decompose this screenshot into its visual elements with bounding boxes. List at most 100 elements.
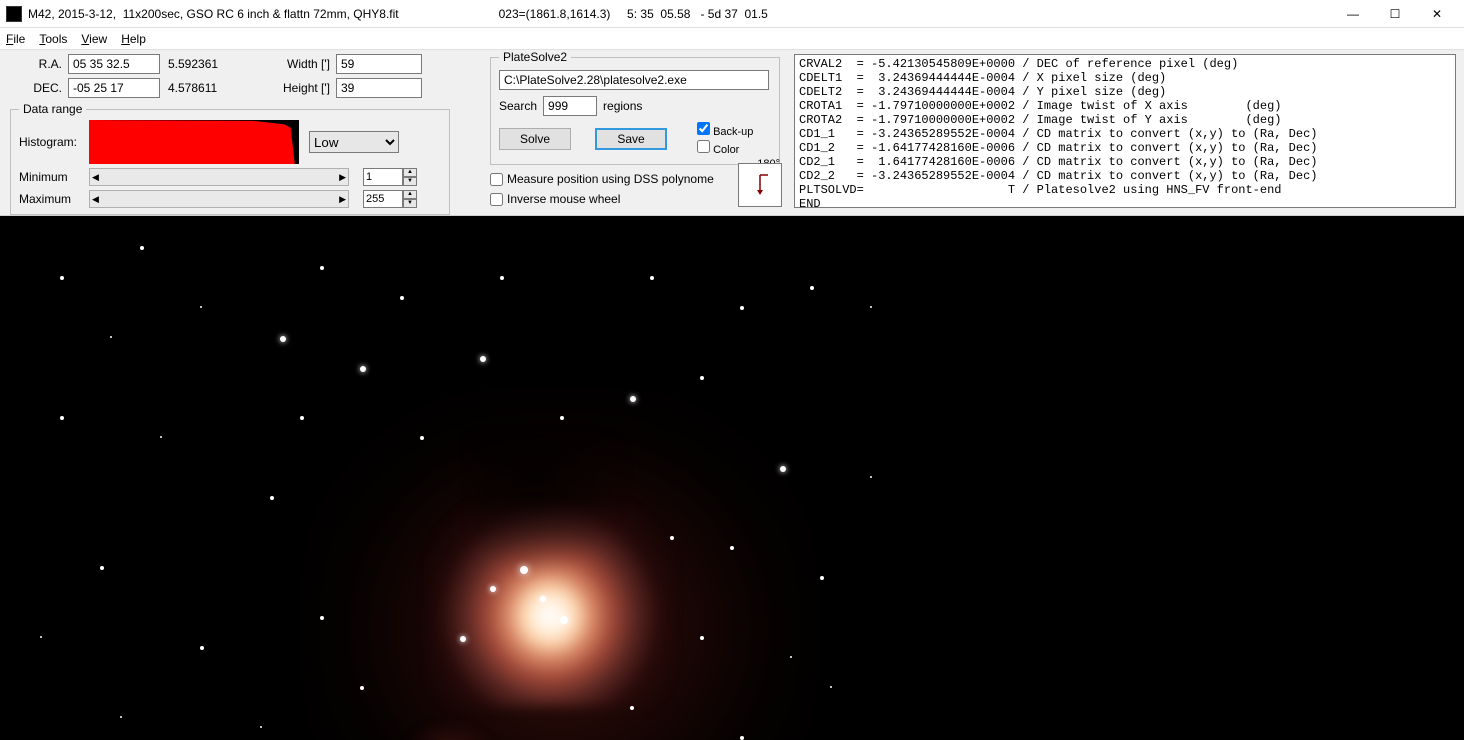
star: [200, 306, 202, 308]
inverse-wheel-checkbox[interactable]: [490, 193, 503, 206]
minimum-label: Minimum: [19, 170, 89, 184]
star: [40, 636, 42, 638]
orientation-indicator: [738, 163, 782, 207]
minimum-slider[interactable]: ◀▶: [89, 168, 349, 186]
dec-calc: 4.578611: [168, 81, 217, 95]
star: [870, 306, 872, 308]
menu-tools[interactable]: Tools: [39, 32, 67, 46]
star: [740, 736, 744, 740]
star: [560, 616, 568, 624]
star: [810, 286, 814, 290]
datarange-legend: Data range: [19, 102, 86, 116]
window-title: M42, 2015-3-12, 11x200sec, GSO RC 6 inch…: [28, 7, 399, 21]
star: [670, 536, 674, 540]
nebula-dark-lane: [470, 436, 630, 576]
star: [560, 416, 564, 420]
minimum-value[interactable]: [363, 168, 403, 186]
star: [700, 636, 704, 640]
search-regions-input[interactable]: [543, 96, 597, 116]
height-label: Height [']: [278, 81, 336, 95]
star: [780, 466, 786, 472]
menu-view[interactable]: View: [81, 32, 107, 46]
ra-calc: 5.592361: [168, 57, 218, 71]
backup-checkbox[interactable]: Back-up: [697, 122, 753, 138]
image-display[interactable]: [0, 216, 1464, 740]
star: [160, 436, 162, 438]
star: [630, 396, 636, 402]
fits-header-text[interactable]: CRVAL2 = -5.42130545809E+0000 / DEC of r…: [794, 54, 1456, 208]
minimize-button[interactable]: —: [1332, 2, 1374, 26]
star: [480, 356, 486, 362]
inverse-wheel-label: Inverse mouse wheel: [507, 192, 620, 206]
star: [830, 686, 832, 688]
maximum-value[interactable]: [363, 190, 403, 208]
controls-panel: R.A. 5.592361 DEC. 4.578611 Data range H…: [0, 50, 1464, 216]
width-label: Width [']: [278, 57, 336, 71]
ra-label: R.A.: [10, 57, 68, 71]
dec-label: DEC.: [10, 81, 68, 95]
star: [360, 366, 366, 372]
panel-mid: Width ['] Height ['] PlateSolve2 Search …: [460, 50, 790, 215]
window-status: 023=(1861.8,1614.3) 5: 35 05.58 - 5d 37 …: [499, 7, 768, 21]
platesolve-legend: PlateSolve2: [499, 50, 571, 64]
star: [540, 596, 546, 602]
star: [870, 476, 872, 478]
maximum-label: Maximum: [19, 192, 89, 206]
color-checkbox[interactable]: Color: [697, 140, 753, 156]
app-icon: [6, 6, 22, 22]
solve-button[interactable]: Solve: [499, 128, 571, 150]
window-buttons: — ☐ ✕: [1332, 2, 1458, 26]
star: [730, 546, 734, 550]
star: [280, 336, 286, 342]
maximum-spin[interactable]: ▲▼: [403, 190, 417, 208]
close-button[interactable]: ✕: [1416, 2, 1458, 26]
stretch-select[interactable]: Low: [309, 131, 399, 153]
star: [790, 656, 792, 658]
star: [630, 706, 634, 710]
regions-label: regions: [603, 99, 642, 113]
star: [300, 416, 304, 420]
star: [200, 646, 204, 650]
star: [320, 616, 324, 620]
platesolve-fieldset: PlateSolve2 Search regions Solve Save Ba…: [490, 50, 780, 165]
minimum-spin[interactable]: ▲▼: [403, 168, 417, 186]
star: [490, 586, 496, 592]
star: [60, 416, 64, 420]
nebula-m43: [400, 726, 500, 740]
panel-fits-header: CRVAL2 = -5.42130545809E+0000 / DEC of r…: [790, 50, 1464, 215]
star: [520, 566, 528, 574]
ra-input[interactable]: [68, 54, 160, 74]
star: [360, 686, 364, 690]
star: [700, 376, 704, 380]
menu-file[interactable]: File: [6, 32, 25, 46]
save-button[interactable]: Save: [595, 128, 667, 150]
titlebar: M42, 2015-3-12, 11x200sec, GSO RC 6 inch…: [0, 0, 1464, 28]
star: [460, 636, 466, 642]
star: [650, 276, 654, 280]
star: [270, 496, 274, 500]
panel-coords-range: R.A. 5.592361 DEC. 4.578611 Data range H…: [0, 50, 460, 215]
maximize-button[interactable]: ☐: [1374, 2, 1416, 26]
star: [420, 436, 424, 440]
width-input[interactable]: [336, 54, 422, 74]
star: [320, 266, 324, 270]
histogram-label: Histogram:: [19, 135, 89, 149]
menu-help[interactable]: Help: [121, 32, 146, 46]
star: [100, 566, 104, 570]
height-input[interactable]: [336, 78, 422, 98]
search-label: Search: [499, 99, 537, 113]
star: [740, 306, 744, 310]
measure-dss-checkbox[interactable]: [490, 173, 503, 186]
star: [60, 276, 64, 280]
star: [140, 246, 144, 250]
star: [260, 726, 262, 728]
menubar: File Tools View Help: [0, 28, 1464, 50]
star: [500, 276, 504, 280]
datarange-fieldset: Data range Histogram: Low Minimum ◀▶ ▲▼ …: [10, 102, 450, 215]
star: [120, 716, 122, 718]
platesolve-path[interactable]: [499, 70, 769, 90]
dec-input[interactable]: [68, 78, 160, 98]
star: [820, 576, 824, 580]
star: [400, 296, 404, 300]
maximum-slider[interactable]: ◀▶: [89, 190, 349, 208]
